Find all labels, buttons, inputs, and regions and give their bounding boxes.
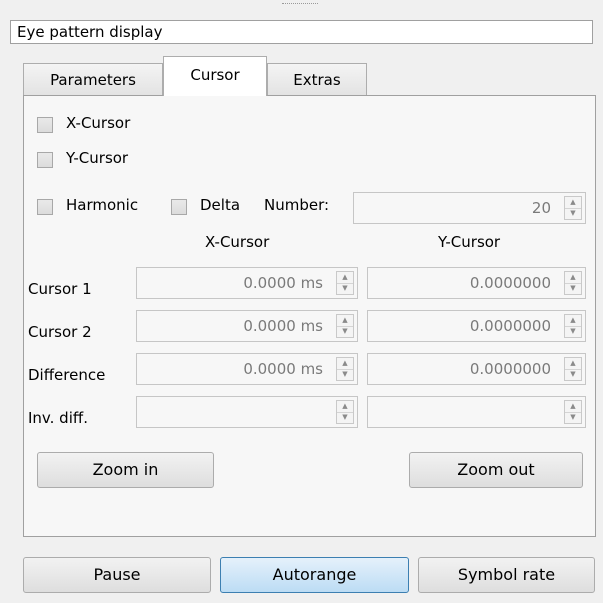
cursor-2-y-field[interactable]: 0.0000000 ▲ ▼ xyxy=(367,310,586,342)
cursor-1-y-spinner[interactable]: ▲ ▼ xyxy=(564,271,582,295)
zoom-in-button[interactable]: Zoom in xyxy=(37,452,214,488)
difference-y-spinner[interactable]: ▲ ▼ xyxy=(564,357,582,381)
spin-down-icon[interactable]: ▼ xyxy=(565,208,581,219)
spin-down-icon[interactable]: ▼ xyxy=(337,369,353,380)
x-cursor-column-header: X-Cursor xyxy=(205,233,270,251)
cursor-2-x-value: 0.0000 ms xyxy=(243,317,323,335)
cursor-1-label: Cursor 1 xyxy=(28,280,92,298)
x-cursor-checkbox-label: X-Cursor xyxy=(66,114,131,132)
cursor-1-x-value: 0.0000 ms xyxy=(243,274,323,292)
inv-diff-x-field[interactable]: ▲ ▼ xyxy=(136,396,358,428)
cursor-2-x-spinner[interactable]: ▲ ▼ xyxy=(336,314,354,338)
number-label: Number: xyxy=(264,196,330,214)
cursor-1-y-value: 0.0000000 xyxy=(469,274,551,292)
difference-y-field[interactable]: 0.0000000 ▲ ▼ xyxy=(367,353,586,385)
cursor-1-y-field[interactable]: 0.0000000 ▲ ▼ xyxy=(367,267,586,299)
delta-checkbox[interactable] xyxy=(171,199,187,215)
pause-button[interactable]: Pause xyxy=(23,557,211,593)
number-spinbox[interactable]: 20 ▲ ▼ xyxy=(353,192,586,224)
difference-label: Difference xyxy=(28,366,106,384)
difference-y-value: 0.0000000 xyxy=(469,360,551,378)
zoom-out-button[interactable]: Zoom out xyxy=(409,452,583,488)
inv-diff-y-field[interactable]: ▲ ▼ xyxy=(367,396,586,428)
difference-x-value: 0.0000 ms xyxy=(243,360,323,378)
y-cursor-checkbox[interactable] xyxy=(37,152,53,168)
inv-diff-y-spinner[interactable]: ▲ ▼ xyxy=(564,400,582,424)
number-spinner[interactable]: ▲ ▼ xyxy=(564,196,582,220)
cursor-2-y-value: 0.0000000 xyxy=(469,317,551,335)
delta-checkbox-label: Delta xyxy=(200,196,241,214)
window-title: Eye pattern display xyxy=(10,20,593,44)
difference-x-spinner[interactable]: ▲ ▼ xyxy=(336,357,354,381)
cursor-2-label: Cursor 2 xyxy=(28,323,92,341)
inv-diff-label: Inv. diff. xyxy=(28,409,88,427)
tab-cursor[interactable]: Cursor xyxy=(163,56,267,96)
spin-down-icon[interactable]: ▼ xyxy=(565,283,581,294)
spin-down-icon[interactable]: ▼ xyxy=(337,283,353,294)
spin-down-icon[interactable]: ▼ xyxy=(565,326,581,337)
spin-down-icon[interactable]: ▼ xyxy=(337,326,353,337)
x-cursor-checkbox[interactable] xyxy=(37,117,53,133)
tab-extras[interactable]: Extras xyxy=(267,63,367,95)
y-cursor-column-header: Y-Cursor xyxy=(438,233,501,251)
cursor-1-x-spinner[interactable]: ▲ ▼ xyxy=(336,271,354,295)
cursor-2-x-field[interactable]: 0.0000 ms ▲ ▼ xyxy=(136,310,358,342)
difference-x-field[interactable]: 0.0000 ms ▲ ▼ xyxy=(136,353,358,385)
autorange-button[interactable]: Autorange xyxy=(220,557,409,593)
inv-diff-x-spinner[interactable]: ▲ ▼ xyxy=(336,400,354,424)
drag-handle[interactable] xyxy=(282,3,318,8)
cursor-1-x-field[interactable]: 0.0000 ms ▲ ▼ xyxy=(136,267,358,299)
harmonic-checkbox-label: Harmonic xyxy=(66,196,139,214)
number-value: 20 xyxy=(531,199,551,217)
y-cursor-checkbox-label: Y-Cursor xyxy=(66,149,129,167)
cursor-2-y-spinner[interactable]: ▲ ▼ xyxy=(564,314,582,338)
tab-parameters[interactable]: Parameters xyxy=(23,63,163,95)
harmonic-checkbox[interactable] xyxy=(37,199,53,215)
symbol-rate-button[interactable]: Symbol rate xyxy=(418,557,595,593)
spin-down-icon[interactable]: ▼ xyxy=(337,412,353,423)
spin-down-icon[interactable]: ▼ xyxy=(565,412,581,423)
spin-down-icon[interactable]: ▼ xyxy=(565,369,581,380)
